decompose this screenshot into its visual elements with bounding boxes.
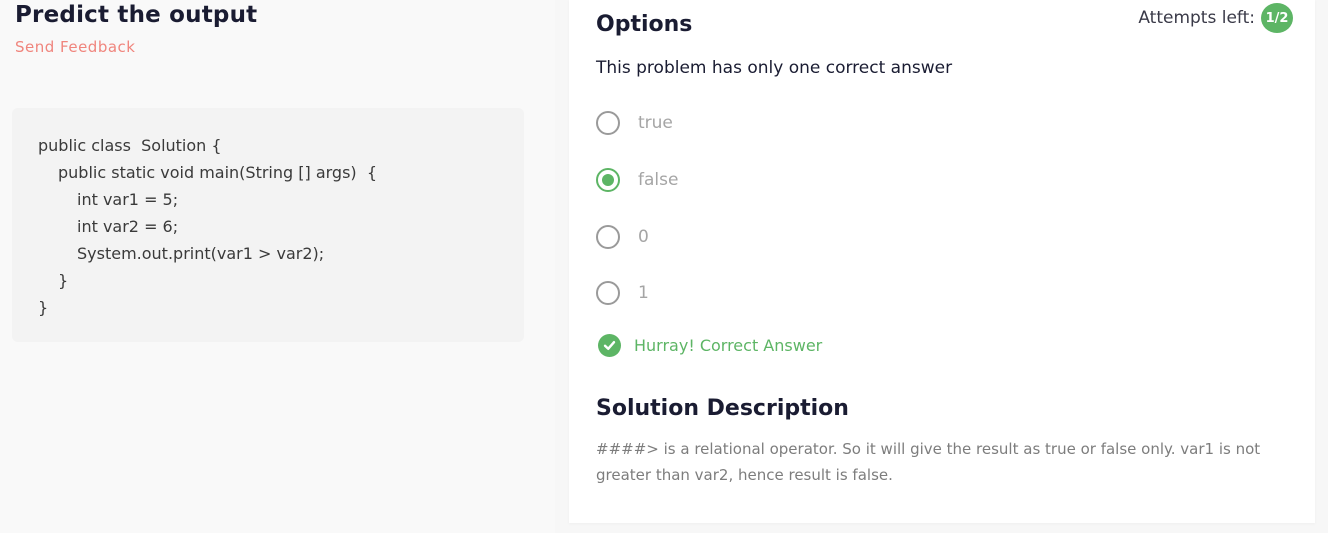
answer-instruction: This problem has only one correct answer [596,58,953,78]
attempts-badge: 1/2 [1261,3,1293,33]
code-line: System.out.print(var1 > var2); [77,244,325,263]
check-circle-icon [598,334,621,357]
radio-unchecked-icon[interactable] [596,111,620,135]
code-line: public class Solution { [38,136,222,155]
code-line: public static void main(String [] args) … [58,163,377,182]
solution-heading: Solution Description [596,396,849,421]
attempts-indicator: Attempts left: 1/2 [1138,3,1293,33]
result-text: Hurray! Correct Answer [634,336,823,355]
radio-unchecked-icon[interactable] [596,225,620,249]
page-title: Predict the output [15,2,258,28]
option-label: 1 [638,283,649,303]
problem-panel: Predict the output Send Feedback public … [0,0,555,533]
code-line: } [58,271,69,290]
code-block: public class Solution { public static vo… [12,108,524,342]
option-1[interactable]: 1 [596,279,649,307]
option-0[interactable]: 0 [596,223,649,251]
result-message: Hurray! Correct Answer [598,334,822,357]
option-label: false [638,170,679,190]
option-label: true [638,113,673,133]
radio-checked-icon[interactable] [596,168,620,192]
option-false[interactable]: false [596,166,678,194]
options-heading: Options [596,12,693,37]
radio-unchecked-icon[interactable] [596,281,620,305]
option-label: 0 [638,227,649,247]
send-feedback-link[interactable]: Send Feedback [15,38,135,56]
options-panel: Options Attempts left: 1/2 This problem … [569,0,1315,523]
solution-description: ####> is a relational operator. So it wi… [596,440,1261,484]
code-line: int var2 = 6; [77,217,179,236]
code-line: } [38,298,49,317]
code-line: int var1 = 5; [77,190,179,209]
attempts-label: Attempts left: [1138,8,1255,28]
option-true[interactable]: true [596,109,673,137]
